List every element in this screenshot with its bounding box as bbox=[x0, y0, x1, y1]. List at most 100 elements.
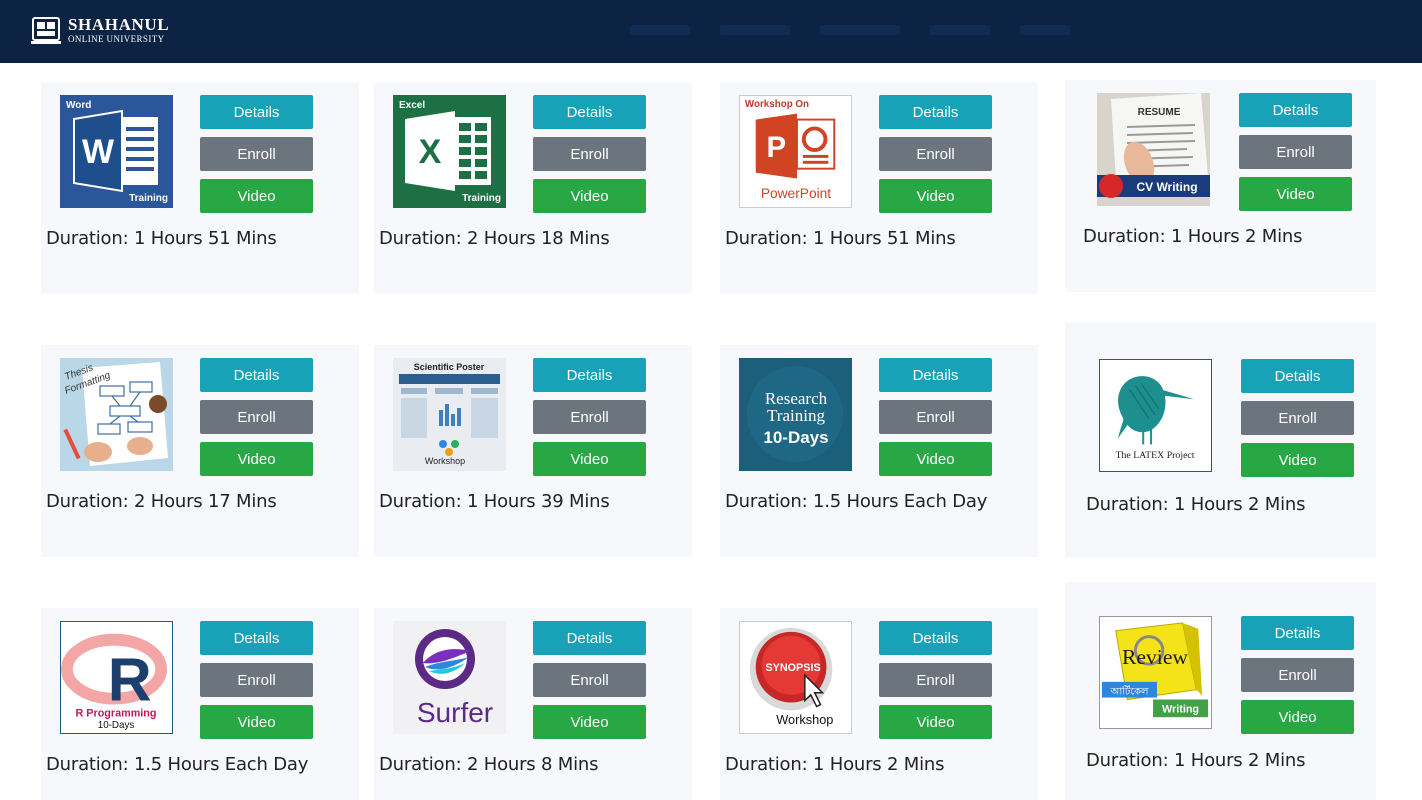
nav-placeholder bbox=[820, 25, 900, 35]
university-logo-icon bbox=[31, 17, 61, 44]
course-duration: Duration: 2 Hours 8 Mins bbox=[379, 754, 599, 775]
review-icon[interactable]: Review আর্টিকেল Writing bbox=[1099, 616, 1212, 729]
course-duration: Duration: 1 Hours 51 Mins bbox=[725, 228, 956, 249]
enroll-button[interactable]: Enroll bbox=[533, 663, 646, 697]
course-card: The LATEX Project Details Enroll Video D… bbox=[1065, 322, 1376, 558]
course-card: Thesis Formatting Details Enroll Video D… bbox=[41, 345, 359, 557]
video-button[interactable]: Video bbox=[1241, 443, 1354, 477]
thumb-label: PowerPoint bbox=[761, 186, 831, 201]
enroll-button[interactable]: Enroll bbox=[1241, 401, 1354, 435]
course-card: Review আর্টিকেল Writing Details Enroll V… bbox=[1065, 582, 1376, 800]
resume-icon[interactable]: RESUME CV Writing bbox=[1097, 93, 1210, 206]
video-button[interactable]: Video bbox=[1241, 700, 1354, 734]
details-button[interactable]: Details bbox=[1241, 359, 1354, 393]
enroll-button[interactable]: Enroll bbox=[533, 400, 646, 434]
details-button[interactable]: Details bbox=[879, 621, 992, 655]
logo-subtitle: ONLINE UNIVERSITY bbox=[68, 34, 165, 44]
details-button[interactable]: Details bbox=[879, 95, 992, 129]
enroll-button[interactable]: Enroll bbox=[879, 137, 992, 171]
details-button[interactable]: Details bbox=[533, 621, 646, 655]
details-button[interactable]: Details bbox=[1241, 616, 1354, 650]
thumb-label: আর্টিকেল bbox=[1110, 685, 1149, 698]
details-button[interactable]: Details bbox=[200, 621, 313, 655]
enroll-button[interactable]: Enroll bbox=[200, 663, 313, 697]
course-card: Scientific Poster Workshop Details Enrol… bbox=[374, 345, 692, 557]
thumb-label: R Programming bbox=[76, 707, 157, 719]
surfer-icon[interactable]: Surfer bbox=[393, 621, 506, 734]
thumb-label: 10-Days bbox=[98, 720, 135, 731]
video-button[interactable]: Video bbox=[533, 705, 646, 739]
course-duration: Duration: 2 Hours 17 Mins bbox=[46, 491, 277, 512]
thumb-label: RESUME bbox=[1138, 107, 1181, 118]
details-button[interactable]: Details bbox=[200, 95, 313, 129]
thumb-label: Training bbox=[129, 193, 168, 204]
enroll-button[interactable]: Enroll bbox=[200, 137, 313, 171]
course-duration: Duration: 1 Hours 2 Mins bbox=[1086, 750, 1306, 771]
details-button[interactable]: Details bbox=[200, 358, 313, 392]
details-button[interactable]: Details bbox=[533, 358, 646, 392]
video-button[interactable]: Video bbox=[533, 179, 646, 213]
enroll-button[interactable]: Enroll bbox=[533, 137, 646, 171]
poster-icon[interactable]: Scientific Poster Workshop bbox=[393, 358, 506, 471]
thumb-label: Excel bbox=[399, 100, 425, 111]
enroll-button[interactable]: Enroll bbox=[1241, 658, 1354, 692]
details-button[interactable]: Details bbox=[1239, 93, 1352, 127]
course-duration: Duration: 2 Hours 18 Mins bbox=[379, 228, 610, 249]
thumb-label: 10-Days bbox=[763, 428, 828, 447]
thesis-icon[interactable]: Thesis Formatting bbox=[60, 358, 173, 471]
enroll-button[interactable]: Enroll bbox=[200, 400, 313, 434]
thumb-label: Review bbox=[1122, 645, 1188, 669]
thumb-label: Workshop bbox=[425, 456, 465, 466]
site-logo[interactable]: SHAHANUL ONLINE UNIVERSITY bbox=[30, 14, 169, 46]
course-duration: Duration: 1.5 Hours Each Day bbox=[46, 754, 309, 775]
thumb-label: CV Writing bbox=[1136, 180, 1197, 194]
details-button[interactable]: Details bbox=[879, 358, 992, 392]
latex-icon[interactable]: The LATEX Project bbox=[1099, 359, 1212, 472]
synopsis-icon[interactable]: SYNOPSIS Workshop bbox=[739, 621, 852, 734]
course-card: Surfer Details Enroll Video Duration: 2 … bbox=[374, 608, 692, 800]
thumb-label: Writing bbox=[1162, 703, 1199, 715]
svg-text:X: X bbox=[419, 133, 442, 171]
course-duration: Duration: 1 Hours 2 Mins bbox=[725, 754, 945, 775]
thumb-label: Training bbox=[767, 406, 825, 425]
course-card: SYNOPSIS Workshop Details Enroll Video D… bbox=[720, 608, 1038, 800]
course-duration: Duration: 1 Hours 51 Mins bbox=[46, 228, 277, 249]
logo-title: SHAHANUL bbox=[68, 15, 170, 34]
course-duration: Duration: 1.5 Hours Each Day bbox=[725, 491, 988, 512]
video-button[interactable]: Video bbox=[200, 705, 313, 739]
video-button[interactable]: Video bbox=[879, 705, 992, 739]
course-card: P Workshop On PowerPoint Details Enroll … bbox=[720, 82, 1038, 294]
enroll-button[interactable]: Enroll bbox=[879, 400, 992, 434]
thumb-label: Workshop bbox=[776, 712, 833, 727]
word-icon[interactable]: W Word Training bbox=[60, 95, 173, 208]
thumb-label: Scientific Poster bbox=[414, 362, 485, 372]
thumb-label: The LATEX Project bbox=[1115, 450, 1194, 461]
research-icon[interactable]: Research Training 10-Days bbox=[739, 358, 852, 471]
nav-placeholder bbox=[720, 25, 790, 35]
thumb-label: SYNOPSIS bbox=[765, 662, 820, 674]
course-card: X Excel Training Details Enroll Video Du… bbox=[374, 82, 692, 294]
r-icon[interactable]: R R Programming 10-Days bbox=[60, 621, 173, 734]
thumb-label: Word bbox=[66, 100, 91, 111]
course-card: RESUME CV Writing Details Enroll Video D… bbox=[1065, 80, 1376, 292]
nav-placeholder bbox=[1020, 25, 1070, 35]
powerpoint-icon[interactable]: P Workshop On PowerPoint bbox=[739, 95, 852, 208]
excel-icon[interactable]: X Excel Training bbox=[393, 95, 506, 208]
enroll-button[interactable]: Enroll bbox=[1239, 135, 1352, 169]
details-button[interactable]: Details bbox=[533, 95, 646, 129]
enroll-button[interactable]: Enroll bbox=[879, 663, 992, 697]
thumb-label: Surfer bbox=[417, 697, 493, 728]
video-button[interactable]: Video bbox=[879, 442, 992, 476]
top-header: SHAHANUL ONLINE UNIVERSITY bbox=[0, 0, 1422, 63]
video-button[interactable]: Video bbox=[200, 442, 313, 476]
course-duration: Duration: 1 Hours 39 Mins bbox=[379, 491, 610, 512]
video-button[interactable]: Video bbox=[1239, 177, 1352, 211]
nav-placeholder bbox=[930, 25, 990, 35]
video-button[interactable]: Video bbox=[533, 442, 646, 476]
thumb-label: Training bbox=[462, 193, 501, 204]
course-duration: Duration: 1 Hours 2 Mins bbox=[1083, 226, 1303, 247]
svg-text:W: W bbox=[82, 133, 115, 171]
video-button[interactable]: Video bbox=[200, 179, 313, 213]
course-card: W Word Training Details Enroll Video Dur… bbox=[41, 82, 359, 294]
video-button[interactable]: Video bbox=[879, 179, 992, 213]
